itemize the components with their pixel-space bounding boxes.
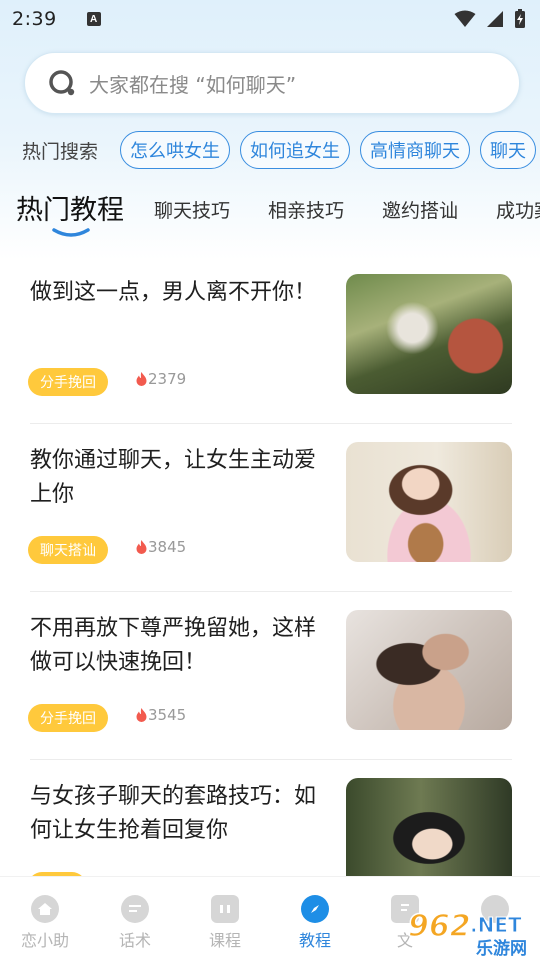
watermark-number: 962	[408, 909, 471, 944]
nav-label: 课程	[208, 931, 241, 950]
view-count: 2379	[136, 370, 186, 388]
view-count: 3545	[136, 706, 186, 724]
hot-search-section: 热门搜索 怎么哄女生 如何追女生 高情商聊天 聊天	[0, 128, 540, 172]
nav-scripts[interactable]: 话术	[90, 877, 180, 960]
article-title: 做到这一点，男人离不开你！	[30, 280, 317, 305]
home-icon	[31, 895, 59, 923]
notification-icon: A	[86, 12, 101, 26]
article-title: 不用再放下尊严挽留她，这样做可以快速挽回！	[30, 616, 317, 675]
tab-label: 热门教程	[16, 195, 124, 226]
chat-icon	[121, 895, 149, 923]
nav-label: 恋小助	[20, 931, 69, 950]
view-count-value: 2379	[148, 370, 187, 388]
hot-search-label: 热门搜索	[22, 140, 99, 163]
status-time: 2:39	[12, 8, 57, 30]
battery-charging-icon	[515, 9, 525, 28]
article-card[interactable]: 与女孩子聊天的套路技巧：如何让女生抢着回复你	[0, 760, 540, 876]
article-list: 做到这一点，男人离不开你！ 分手挽回 2379 教你通过聊天，让女生主动爱上你 …	[0, 256, 540, 876]
active-tab-underline	[52, 228, 90, 237]
article-tag: 聊天搭讪	[28, 536, 108, 564]
fire-icon	[136, 540, 147, 554]
hot-search-chip[interactable]: 如何追女生	[240, 131, 351, 169]
tab-label: 聊天技巧	[154, 200, 231, 222]
nav-label: 话术	[118, 931, 151, 950]
nav-label: 教程	[298, 931, 331, 950]
article-tag: 分手挽回	[28, 704, 108, 732]
search-placeholder: 大家都在搜 “如何聊天”	[89, 72, 297, 97]
status-bar: 2:39 A	[0, 0, 540, 38]
search-bar[interactable]: 大家都在搜 “如何聊天”	[24, 52, 520, 114]
hot-search-chip[interactable]: 高情商聊天	[360, 131, 471, 169]
tab-label: 邀约搭讪	[382, 200, 459, 222]
tab-label: 相亲技巧	[268, 200, 345, 222]
fire-icon	[136, 708, 147, 722]
watermark-sub: 乐游网	[476, 938, 527, 958]
tab-chat-skills[interactable]: 聊天技巧	[154, 196, 230, 223]
compass-icon	[301, 895, 329, 923]
schoolgirl-portrait-photo	[346, 778, 512, 876]
view-count-value: 3545	[148, 706, 187, 724]
article-tag: 分手挽回	[28, 368, 108, 396]
tab-label: 成功案	[496, 200, 540, 222]
search-icon	[49, 70, 75, 96]
tab-blind-date[interactable]: 相亲技巧	[268, 196, 344, 223]
view-count-value: 3845	[148, 538, 187, 556]
couple-embrace-photo	[346, 610, 512, 730]
tab-invite-approach[interactable]: 邀约搭讪	[382, 196, 458, 223]
article-title: 教你通过聊天，让女生主动爱上你	[30, 448, 317, 507]
article-card[interactable]: 做到这一点，男人离不开你！ 分手挽回 2379	[0, 256, 540, 424]
nav-home[interactable]: 恋小助	[0, 877, 90, 960]
category-tabs: 热门教程 聊天技巧 相亲技巧 邀约搭讪 成功案	[0, 182, 540, 238]
nav-tutorials[interactable]: 教程	[270, 877, 360, 960]
nav-courses[interactable]: 课程	[180, 877, 270, 960]
site-watermark-logo: 962 .NET 乐游网	[407, 908, 527, 958]
article-title: 与女孩子聊天的套路技巧：如何让女生抢着回复你	[30, 784, 317, 843]
course-icon	[211, 895, 239, 923]
tab-success-cases[interactable]: 成功案	[496, 196, 540, 223]
girl-with-teddy-bear-photo	[346, 442, 512, 562]
watermark-suffix: .NET	[470, 913, 522, 937]
article-card[interactable]: 教你通过聊天，让女生主动爱上你 聊天搭讪 3845	[0, 424, 540, 592]
view-count: 3845	[136, 538, 186, 556]
fire-icon	[136, 372, 147, 386]
article-card[interactable]: 不用再放下尊严挽留她，这样做可以快速挽回！ 分手挽回 3545	[0, 592, 540, 760]
wifi-icon	[454, 10, 476, 27]
hot-search-chips: 怎么哄女生 如何追女生 高情商聊天 聊天	[120, 131, 537, 169]
hot-search-chip[interactable]: 聊天	[480, 131, 537, 169]
woman-in-greenhouse-photo	[346, 274, 512, 394]
tab-hot-tutorials[interactable]: 热门教程	[16, 188, 124, 237]
signal-icon	[487, 11, 503, 27]
hot-search-chip[interactable]: 怎么哄女生	[120, 131, 231, 169]
